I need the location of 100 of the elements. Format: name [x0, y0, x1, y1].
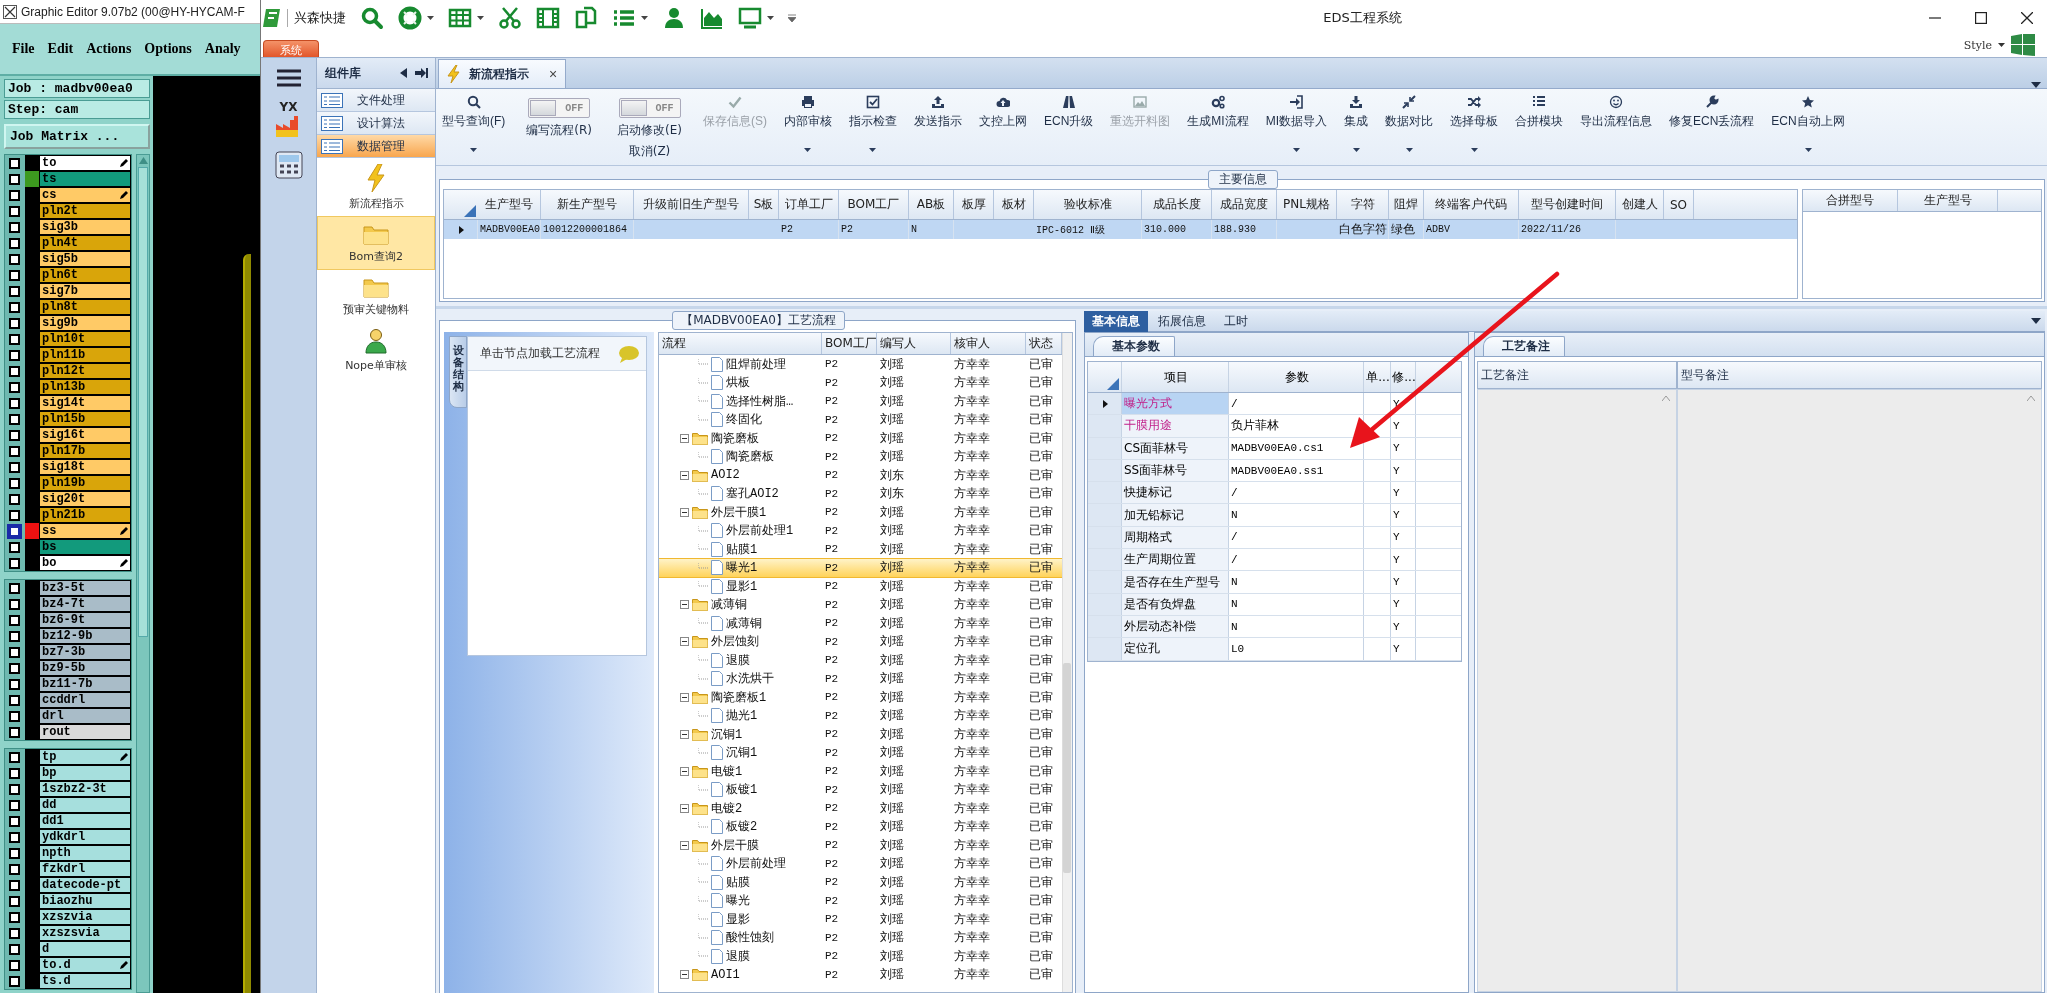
lifebuoy-icon[interactable]	[398, 5, 422, 30]
search-icon[interactable]	[360, 5, 384, 30]
layer-checkbox[interactable]	[9, 237, 20, 249]
layer-cell[interactable]: sig16t	[39, 427, 131, 443]
layer-cell[interactable]: bz6-9t	[39, 612, 131, 628]
layer-cell[interactable]: bz7-3b	[39, 644, 131, 660]
tree-row[interactable]: 抛光1 P2 刘瑶 方幸幸 已审	[659, 706, 1062, 725]
tree-row[interactable]: 电镀1 P2 刘瑶 方幸幸 已审	[659, 762, 1062, 781]
collapse-icon[interactable]	[680, 692, 689, 702]
layer-cell[interactable]: tp	[39, 749, 131, 765]
layer-cell[interactable]: to.d	[39, 957, 131, 973]
column-header[interactable]: BOM工厂	[839, 190, 909, 219]
layer-checkbox[interactable]	[9, 911, 20, 923]
ribbon-button[interactable]: 数据对比	[1383, 95, 1435, 162]
layer-cell[interactable]: biaozhu	[39, 893, 131, 909]
layer-checkbox[interactable]	[9, 253, 20, 265]
ribbon-button[interactable]: 修复ECN丢流程	[1667, 95, 1757, 162]
layer-cell[interactable]: pln13b	[39, 379, 131, 395]
tree-row[interactable]: 阻焊前处理 P2 刘瑶 方幸幸 已审	[659, 355, 1062, 374]
ribbon-button[interactable]: ECN自动上网	[1769, 95, 1847, 162]
layer-cell[interactable]: sig7b	[39, 283, 131, 299]
ribbon-button[interactable]: 合拼模块	[1513, 95, 1565, 162]
layer-cell[interactable]: ccddrl	[39, 692, 131, 708]
layer-checkbox[interactable]	[9, 301, 20, 313]
collapse-left-icon[interactable]	[400, 68, 407, 78]
layer-checkbox[interactable]	[9, 710, 20, 722]
tool-item[interactable]: 预审关键物料	[317, 270, 435, 322]
layer-checkbox[interactable]	[9, 221, 20, 233]
layer-checkbox[interactable]	[9, 509, 20, 521]
collapse-icon[interactable]	[680, 729, 689, 739]
tree-row[interactable]: 外层蚀刻 P2 刘瑶 方幸幸 已审	[659, 632, 1062, 651]
layer-cell[interactable]: sig18t	[39, 459, 131, 475]
person-icon[interactable]	[662, 5, 686, 30]
tab[interactable]: 基本信息	[1084, 310, 1148, 332]
layer-cell[interactable]: drl	[39, 708, 131, 724]
ribbon-button[interactable]: ECN升级	[1042, 95, 1096, 162]
collapse-icon[interactable]	[680, 803, 689, 813]
collapse-icon[interactable]	[680, 433, 689, 443]
column-header[interactable]: 修...	[1391, 362, 1416, 392]
tree-row[interactable]: 酸性蚀刻 P2 刘瑶 方幸幸 已审	[659, 928, 1062, 947]
layer-cell[interactable]: bp	[39, 765, 131, 781]
job-matrix-button[interactable]: Job Matrix ...	[4, 124, 150, 149]
column-header[interactable]: 字符	[1337, 190, 1389, 219]
layer-checkbox[interactable]	[9, 269, 20, 281]
copy-icon[interactable]	[574, 5, 598, 30]
layer-cell[interactable]: bz3-5t	[39, 580, 131, 596]
film-icon[interactable]	[536, 5, 560, 30]
tree-row[interactable]: 外层干膜 P2 刘瑶 方幸幸 已审	[659, 836, 1062, 855]
layer-cell[interactable]: sig9b	[39, 315, 131, 331]
column-header[interactable]: 板材	[994, 190, 1034, 219]
layer-cell[interactable]: pln21b	[39, 507, 131, 523]
column-header[interactable]: 生产型号	[478, 190, 541, 219]
layer-checkbox[interactable]	[9, 895, 20, 907]
layer-checkbox[interactable]	[9, 429, 20, 441]
column-header[interactable]: 单...	[1364, 362, 1391, 392]
tree-row[interactable]: 贴膜1 P2 刘瑶 方幸幸 已审	[659, 540, 1062, 559]
layer-cell[interactable]: bz4-7t	[39, 596, 131, 612]
tree-row[interactable]: 陶瓷磨板 P2 刘瑶 方幸幸 已审	[659, 447, 1062, 466]
layer-cell[interactable]: dd1	[39, 813, 131, 829]
column-header[interactable]: 验收标准	[1034, 190, 1142, 219]
column-header[interactable]: BOM工厂	[822, 333, 877, 354]
ribbon-button[interactable]: 内部审核	[782, 95, 834, 162]
layer-cell[interactable]: pln10t	[39, 331, 131, 347]
tool-item[interactable]: Nope单审核	[317, 322, 435, 378]
layer-checkbox[interactable]	[9, 493, 20, 505]
vertical-tab[interactable]: 设备结构	[449, 336, 467, 409]
column-header[interactable]: 工艺备注	[1477, 361, 1677, 389]
layer-cell[interactable]: fzkdrl	[39, 861, 131, 877]
layer-cell[interactable]: rout	[39, 724, 131, 740]
tree-row[interactable]: 终固化 P2 刘瑶 方幸幸 已审	[659, 410, 1062, 429]
column-header[interactable]: 订单工厂	[779, 190, 839, 219]
collapse-icon[interactable]	[680, 470, 689, 480]
tree-row[interactable]: 贴膜 P2 刘瑶 方幸幸 已审	[659, 873, 1062, 892]
category-item[interactable]: 设计算法	[317, 112, 435, 135]
scissors-icon[interactable]	[498, 5, 522, 30]
layer-cell[interactable]: sig5b	[39, 251, 131, 267]
customize-icon[interactable]	[788, 13, 796, 22]
row-header[interactable]	[1088, 393, 1122, 415]
column-header[interactable]: 型号备注	[1677, 361, 2042, 389]
column-header[interactable]: 合拼型号	[1803, 190, 1898, 211]
column-header[interactable]: 核审人	[951, 333, 1026, 354]
layer-cell[interactable]: ydkdrl	[39, 829, 131, 845]
scrollbar[interactable]	[136, 154, 150, 993]
tree-row[interactable]: AOI2 P2 刘东 方幸幸 已审	[659, 466, 1062, 485]
column-header[interactable]: 阻焊	[1389, 190, 1424, 219]
tab[interactable]: 基本参数	[1093, 336, 1175, 356]
tree-row[interactable]: 水洗烘干 P2 刘瑶 方幸幸 已审	[659, 669, 1062, 688]
column-header[interactable]: 项目	[1122, 362, 1229, 392]
layer-cell[interactable]: xzszvia	[39, 909, 131, 925]
column-header[interactable]: 生产型号	[1898, 190, 1998, 211]
layer-checkbox[interactable]	[9, 461, 20, 473]
layer-checkbox[interactable]	[9, 365, 20, 377]
layer-checkbox[interactable]	[9, 959, 20, 971]
monitor-icon[interactable]	[738, 5, 762, 30]
column-header[interactable]: 参数	[1229, 362, 1364, 392]
ribbon-button[interactable]: 发送指示	[912, 95, 964, 162]
ribbon-button[interactable]: MI数据导入	[1263, 95, 1329, 162]
dropdown-icon[interactable]	[2031, 318, 2041, 324]
layer-cell[interactable]: sig3b	[39, 219, 131, 235]
column-header[interactable]: 成品长度	[1142, 190, 1212, 219]
